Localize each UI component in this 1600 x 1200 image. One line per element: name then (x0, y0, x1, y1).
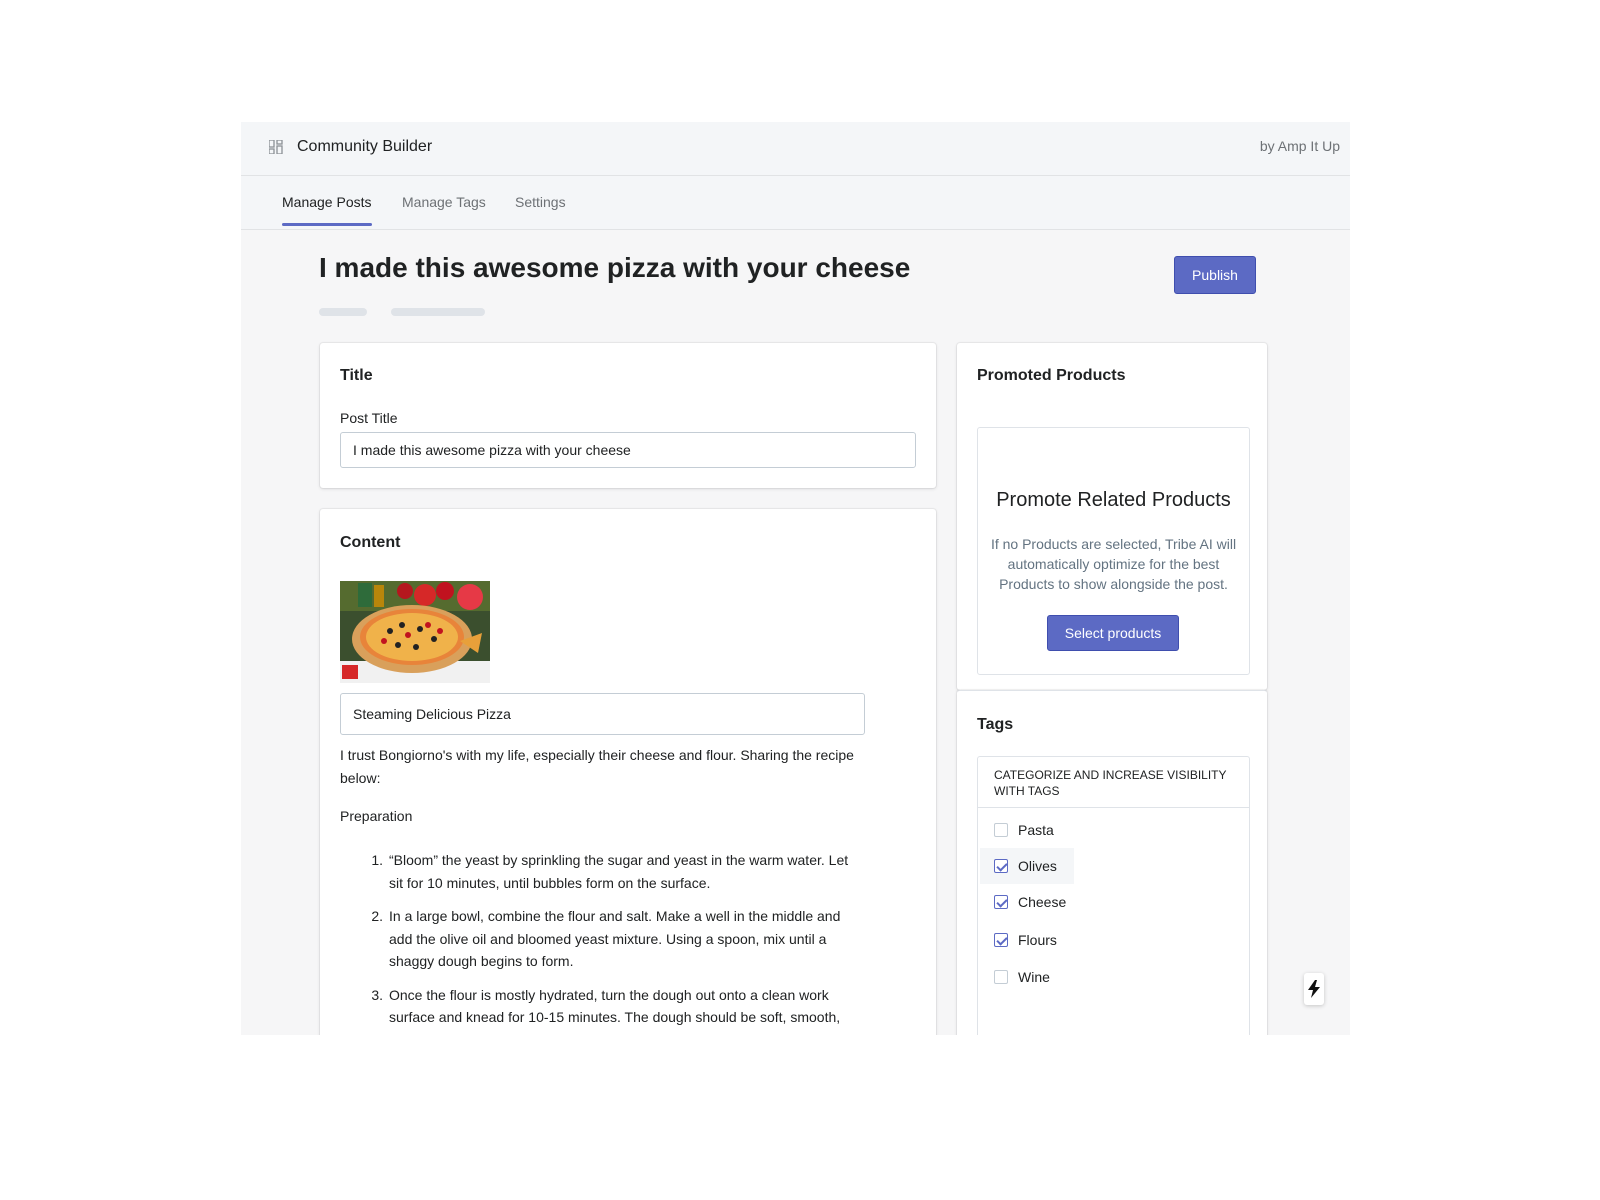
image-caption-input[interactable]: Steaming Delicious Pizza (340, 693, 865, 735)
list-item: 1. “Bloom” the yeast by sprinkling the s… (340, 849, 865, 894)
tags-list-header: CATEGORIZE AND INCREASE VISIBILITY WITH … (978, 757, 1249, 808)
recipe-steps: 1. “Bloom” the yeast by sprinkling the s… (340, 849, 865, 1035)
title-card: Title Post Title I made this awesome piz… (320, 343, 936, 488)
tab-bar: Manage Posts Manage Tags Settings (241, 176, 1350, 230)
tab-settings[interactable]: Settings (515, 194, 566, 224)
pizza-image (340, 581, 490, 683)
app-window: Community Builder by Amp It Up Manage Po… (241, 122, 1350, 1035)
title-card-heading: Title (340, 367, 373, 384)
grid-icon (269, 140, 283, 154)
promote-title: Promote Related Products (996, 489, 1231, 511)
step-text: Once the flour is mostly hydrated, turn … (389, 986, 841, 1036)
content-card: Content Steaming Delicious Pizza I trust… (320, 509, 936, 1035)
post-title-label: Post Title (340, 410, 398, 426)
app-byline: by Amp It Up (1259, 138, 1340, 154)
step-text: In a large bowl, combine the flour and s… (389, 908, 841, 969)
page-title: I made this awesome pizza with your chee… (319, 252, 911, 283)
step-text: “Bloom” the yeast by sprinkling the suga… (389, 852, 849, 891)
flours-checkbox[interactable] (994, 933, 1008, 947)
publish-button[interactable]: Publish (1174, 256, 1256, 294)
tags-list: CATEGORIZE AND INCREASE VISIBILITY WITH … (977, 756, 1250, 1035)
wine-checkbox[interactable] (994, 970, 1008, 984)
promoted-products-card: Promoted Products Promote Related Produc… (957, 343, 1267, 690)
list-item: 2. In a large bowl, combine the flour an… (340, 905, 865, 973)
content-section-heading: Preparation (340, 808, 413, 824)
tag-olives[interactable]: Olives (980, 848, 1074, 884)
tags-heading: Tags (977, 716, 1014, 733)
select-products-button[interactable]: Select products (1047, 615, 1179, 651)
tag-cheese[interactable]: Cheese (980, 884, 1066, 920)
tag-pasta[interactable]: Pasta (980, 812, 1054, 848)
promote-empty-state: Promote Related Products If no Products … (977, 427, 1250, 675)
skeleton-meta (391, 308, 485, 316)
tag-label: Flours (1018, 932, 1057, 948)
pasta-checkbox[interactable] (994, 823, 1008, 837)
step-number: 2. (371, 908, 383, 924)
tags-card: Tags CATEGORIZE AND INCREASE VISIBILITY … (957, 690, 1267, 1035)
bolt-icon[interactable] (1304, 973, 1324, 1005)
tag-flours[interactable]: Flours (980, 922, 1057, 958)
list-item: 3. Once the flour is mostly hydrated, tu… (340, 984, 865, 1036)
tab-manage-posts[interactable]: Manage Posts (282, 194, 372, 226)
tag-label: Pasta (1018, 822, 1054, 838)
content-intro: I trust Bongiorno's with my life, especi… (340, 747, 854, 786)
top-bar: Community Builder by Amp It Up (241, 122, 1350, 176)
promote-description: If no Products are selected, Tribe AI wi… (990, 536, 1237, 592)
step-number: 3. (371, 986, 383, 1003)
olives-checkbox[interactable] (994, 859, 1008, 873)
tab-manage-tags[interactable]: Manage Tags (402, 194, 486, 224)
cheese-checkbox[interactable] (994, 895, 1008, 909)
content-card-heading: Content (340, 534, 401, 551)
tag-label: Wine (1018, 969, 1050, 985)
tag-label: Cheese (1018, 894, 1067, 910)
post-title-input[interactable]: I made this awesome pizza with your chee… (340, 432, 916, 468)
tag-wine[interactable]: Wine (980, 959, 1050, 995)
promoted-products-heading: Promoted Products (977, 367, 1126, 384)
app-title: Community Builder (297, 138, 433, 155)
tag-label: Olives (1018, 858, 1057, 874)
step-number: 1. (371, 852, 383, 868)
skeleton-badge (319, 308, 367, 316)
